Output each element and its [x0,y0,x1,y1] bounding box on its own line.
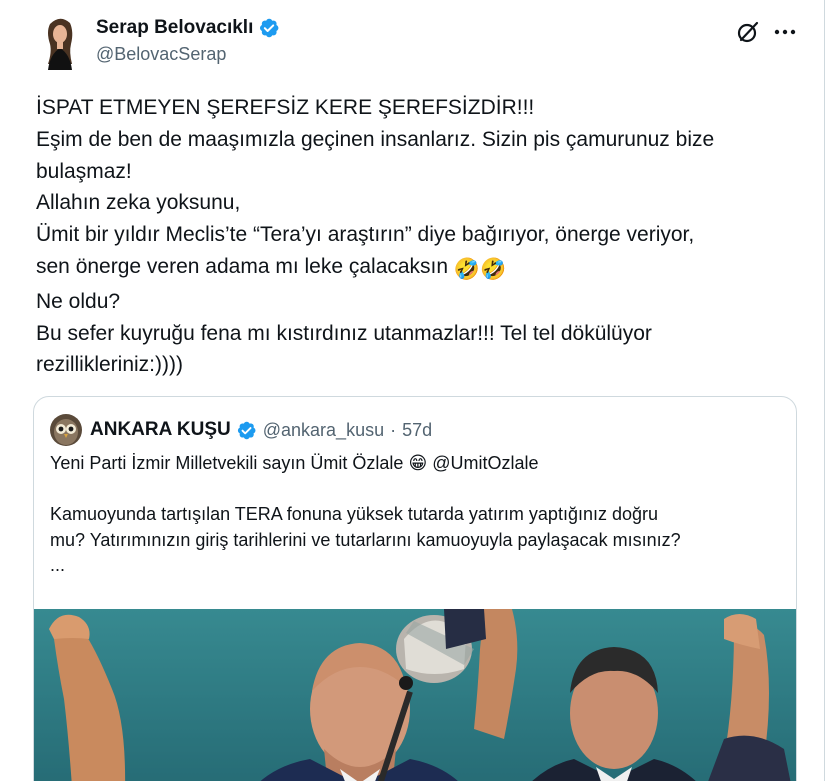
separator-dot: · [390,419,397,440]
tweet-line-with-emoji: sen önerge veren adama mı leke çalacaksı… [36,251,806,286]
tweet-line: İSPAT ETMEYEN ŞEREFSİZ KERE ŞEREFSİZDİR!… [36,96,535,119]
quoted-author-avatar [50,414,82,446]
quoted-tweet-header: ANKARA KUŞU @ankara_kusu · 57d [50,413,432,447]
grok-icon[interactable] [736,20,760,44]
tweet-line: rezillikleriniz:)))) [36,353,183,377]
verified-badge-icon [260,18,279,38]
tweet-line: Ne oldu? [36,289,121,313]
quoted-line: Yeni Parti İzmir Milletvekili sayın Ümit… [50,453,404,473]
author-handle[interactable]: @BelovacSerap [96,44,280,65]
tweet-line: bulaşmaz! [36,159,132,183]
tweet-line: Bu sefer kuyruğu fena mı kıstırdınız uta… [36,321,652,345]
more-icon[interactable] [772,20,798,44]
author-info: Serap Belovacıklı @BelovacSerap [96,15,280,65]
verified-badge-icon [237,421,256,439]
tweet-line: Ümit bir yıldır Meclis’te “Tera’yı araşt… [36,223,695,247]
tweet-line: Eşim de ben de maaşımızla geçinen insanl… [36,127,715,151]
author-avatar[interactable] [36,14,84,70]
grin-emoji: 😁 [408,453,428,473]
quoted-line: mu? Yatırımınızın giriş tarihlerini ve t… [50,529,681,550]
quoted-line: Kamuoyunda tartışılan TERA fonuna yüksek… [50,504,659,524]
quoted-tweet-time: 57d [402,419,433,440]
quoted-author-display-name: ANKARA KUŞU [90,419,231,440]
quoted-tweet-text: Yeni Parti İzmir Milletvekili sayın Ümit… [50,451,780,579]
author-display-name[interactable]: Serap Belovacıklı [96,17,253,39]
quoted-line-1: Yeni Parti İzmir Milletvekili sayın Ümit… [50,451,780,477]
quoted-tweet-image[interactable] [34,609,796,781]
tweet-card: Serap Belovacıklı @BelovacSerap İSPAT ET… [0,0,825,781]
rofl-emoji: 🤣🤣 [453,257,507,281]
mention-link[interactable]: @UmitOzlale [432,453,538,473]
quoted-line: ... [50,555,66,575]
quoted-tweet[interactable]: ANKARA KUŞU @ankara_kusu · 57d Yeni Part… [33,396,797,781]
tweet-line: Allahın zeka yoksunu, [36,191,241,215]
quoted-author-handle: @ankara_kusu [262,419,385,440]
tweet-line: sen önerge veren adama mı leke çalacaksı… [36,254,449,278]
tweet-text: İSPAT ETMEYEN ŞEREFSİZ KERE ŞEREFSİZDİR!… [36,92,806,381]
